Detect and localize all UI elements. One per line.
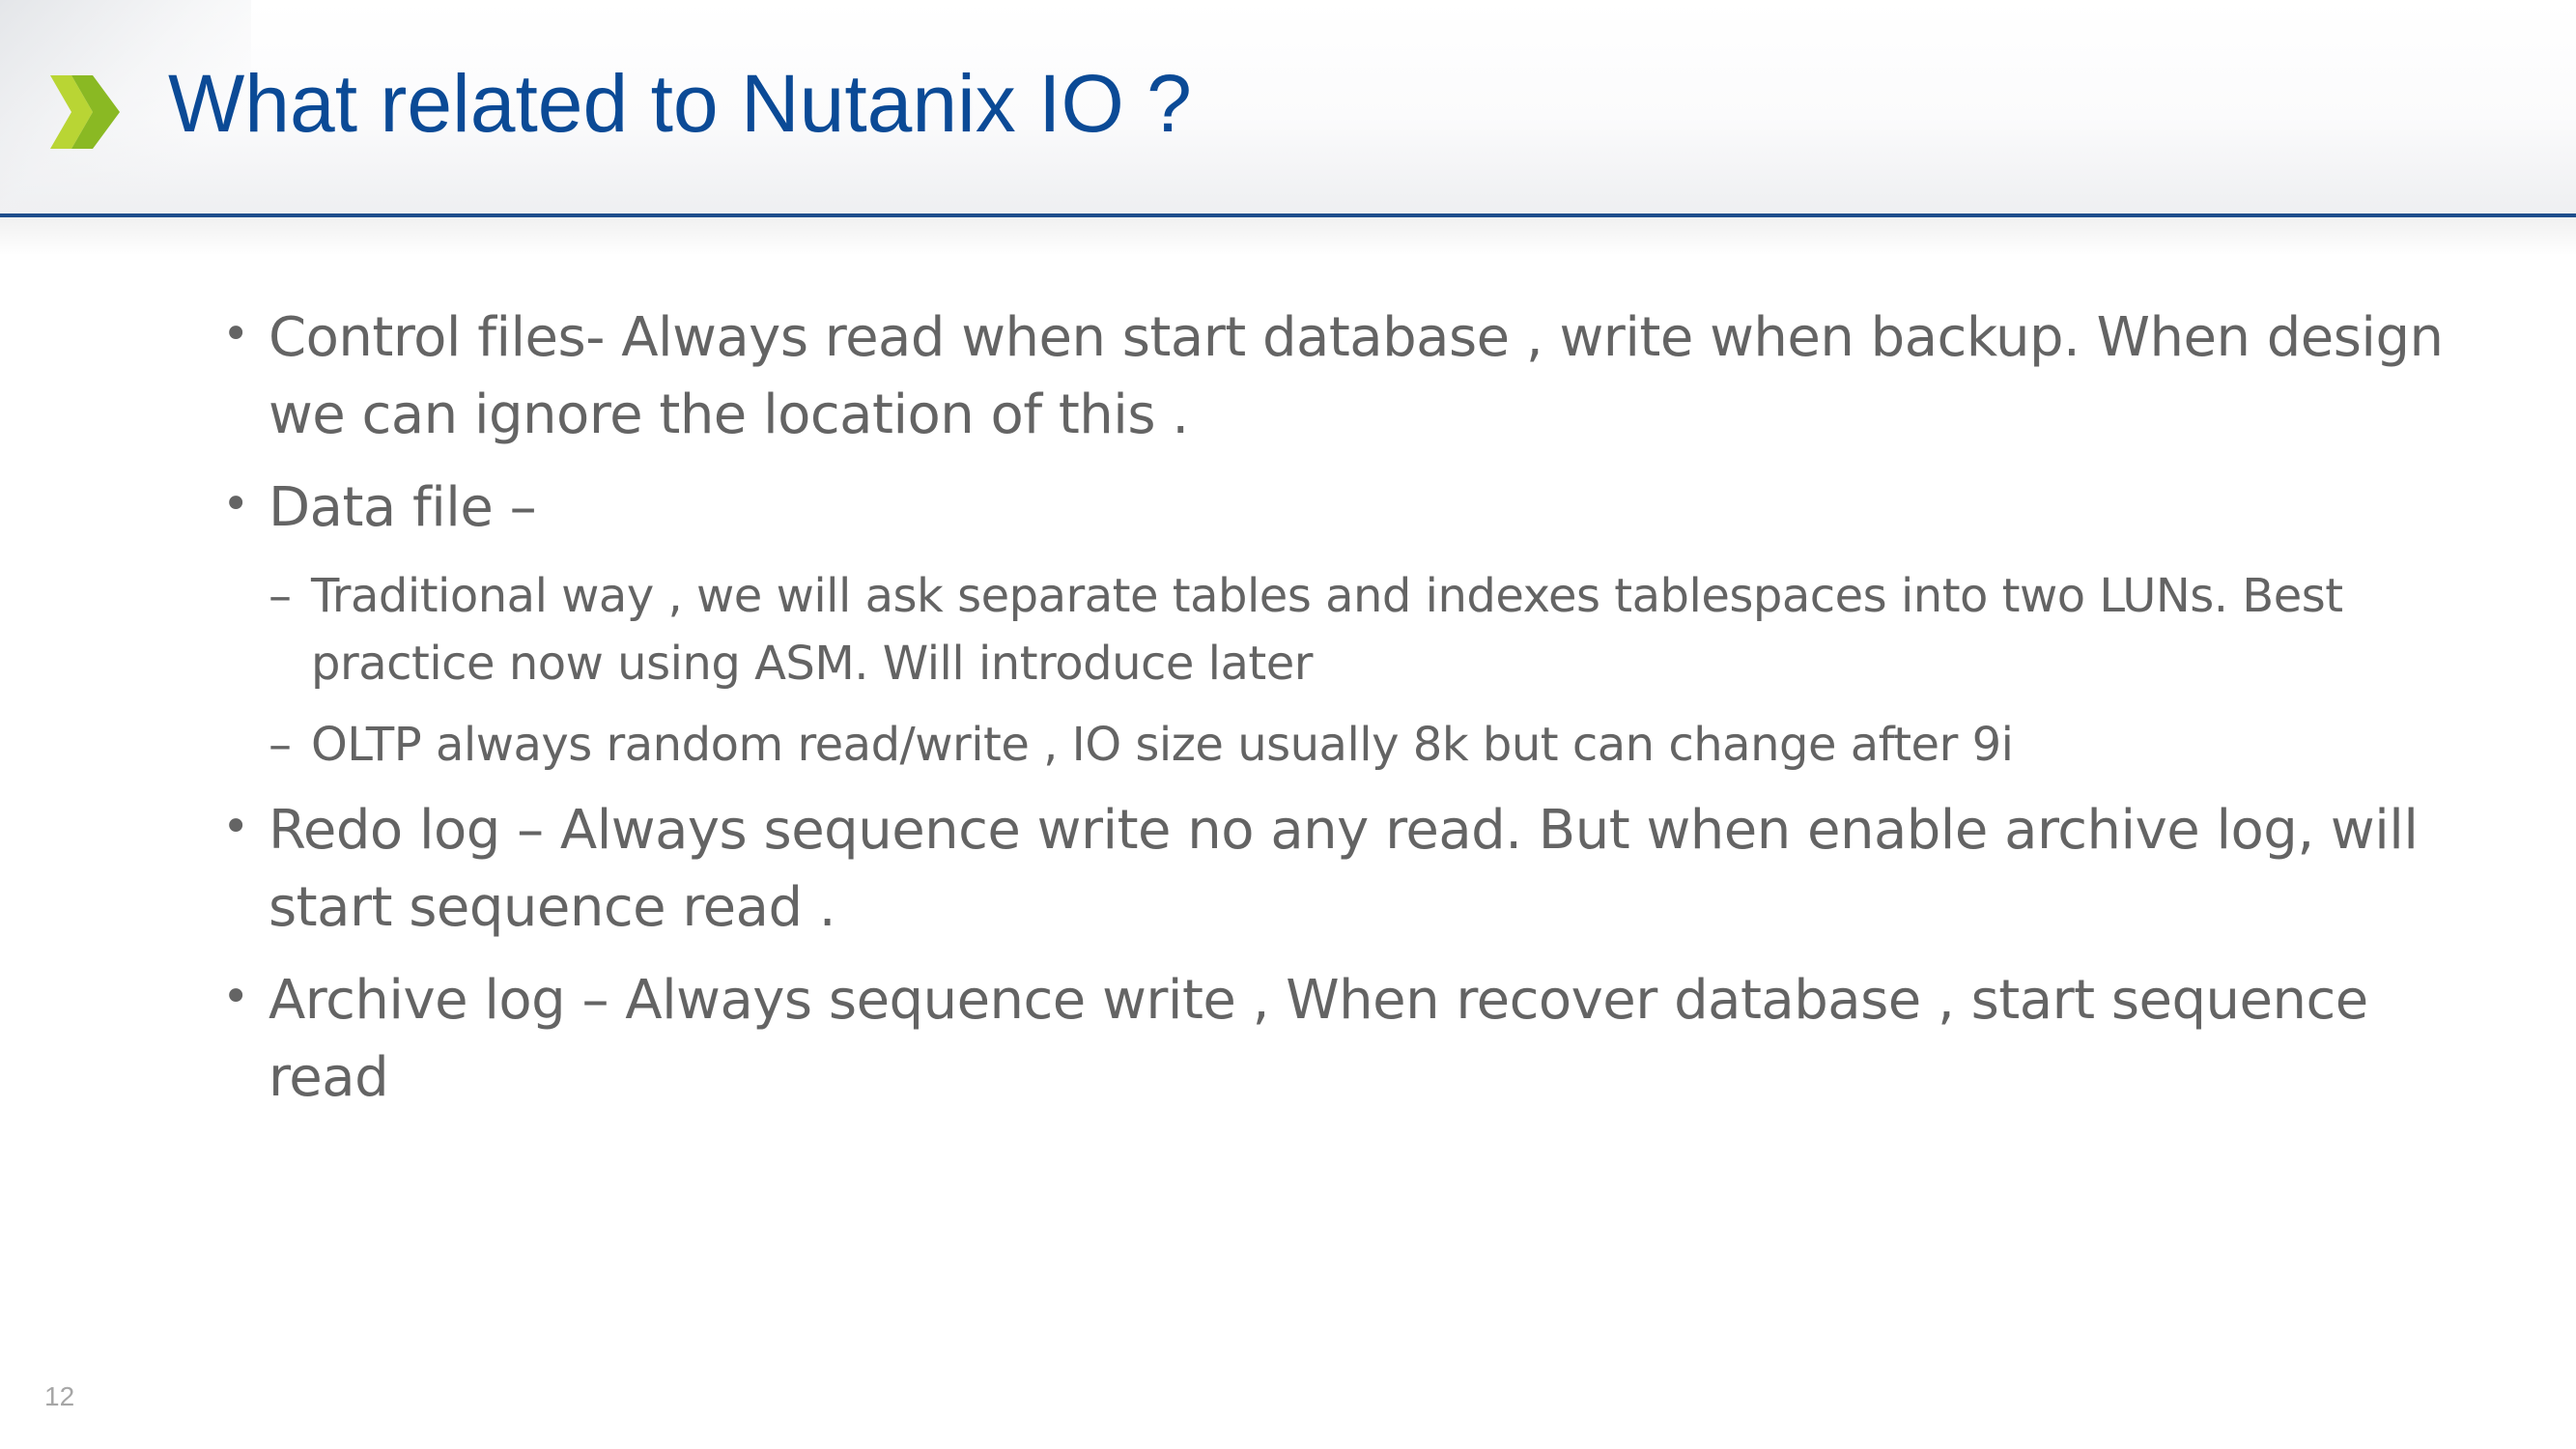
bullet-text: Redo log – Always sequence write no any … [269, 799, 2419, 939]
page-number: 12 [44, 1381, 75, 1411]
sub-bullet-text: Traditional way , we will ask separate t… [311, 569, 2343, 691]
bullet-marker: • [222, 970, 249, 1024]
bullet-archive-log: • Archive log – Always sequence write , … [222, 962, 2473, 1117]
bullet-marker: • [222, 477, 249, 531]
slide-header: What related to Nutanix IO ? [0, 0, 2576, 214]
sub-bullet-marker: – [269, 718, 292, 772]
slide-body: • Control files- Always read when start … [222, 299, 2473, 1132]
bullet-text: Control files- Always read when start da… [269, 306, 2444, 446]
bullet-control-files: • Control files- Always read when start … [222, 299, 2473, 454]
sub-bullet-oltp: – OLTP always random read/write , IO siz… [269, 711, 2473, 779]
sub-bullet-text: OLTP always random read/write , IO size … [311, 718, 2014, 772]
bullet-text: Archive log – Always sequence write , Wh… [269, 969, 2368, 1109]
bullet-text: Data file – [269, 476, 537, 539]
sub-bullet-marker: – [269, 569, 292, 623]
slide-title: What related to Nutanix IO ? [168, 58, 1192, 149]
header-shadow [0, 217, 2576, 256]
bullet-marker: • [222, 307, 249, 361]
bullet-redo-log: • Redo log – Always sequence write no an… [222, 792, 2473, 947]
bullet-data-file: • Data file – [222, 469, 2473, 547]
sub-bullet-traditional-way: – Traditional way , we will ask separate… [269, 562, 2473, 697]
bullet-marker: • [222, 800, 249, 854]
chevron-right-icon [50, 75, 120, 149]
slide: What related to Nutanix IO ? • Control f… [0, 0, 2576, 1449]
